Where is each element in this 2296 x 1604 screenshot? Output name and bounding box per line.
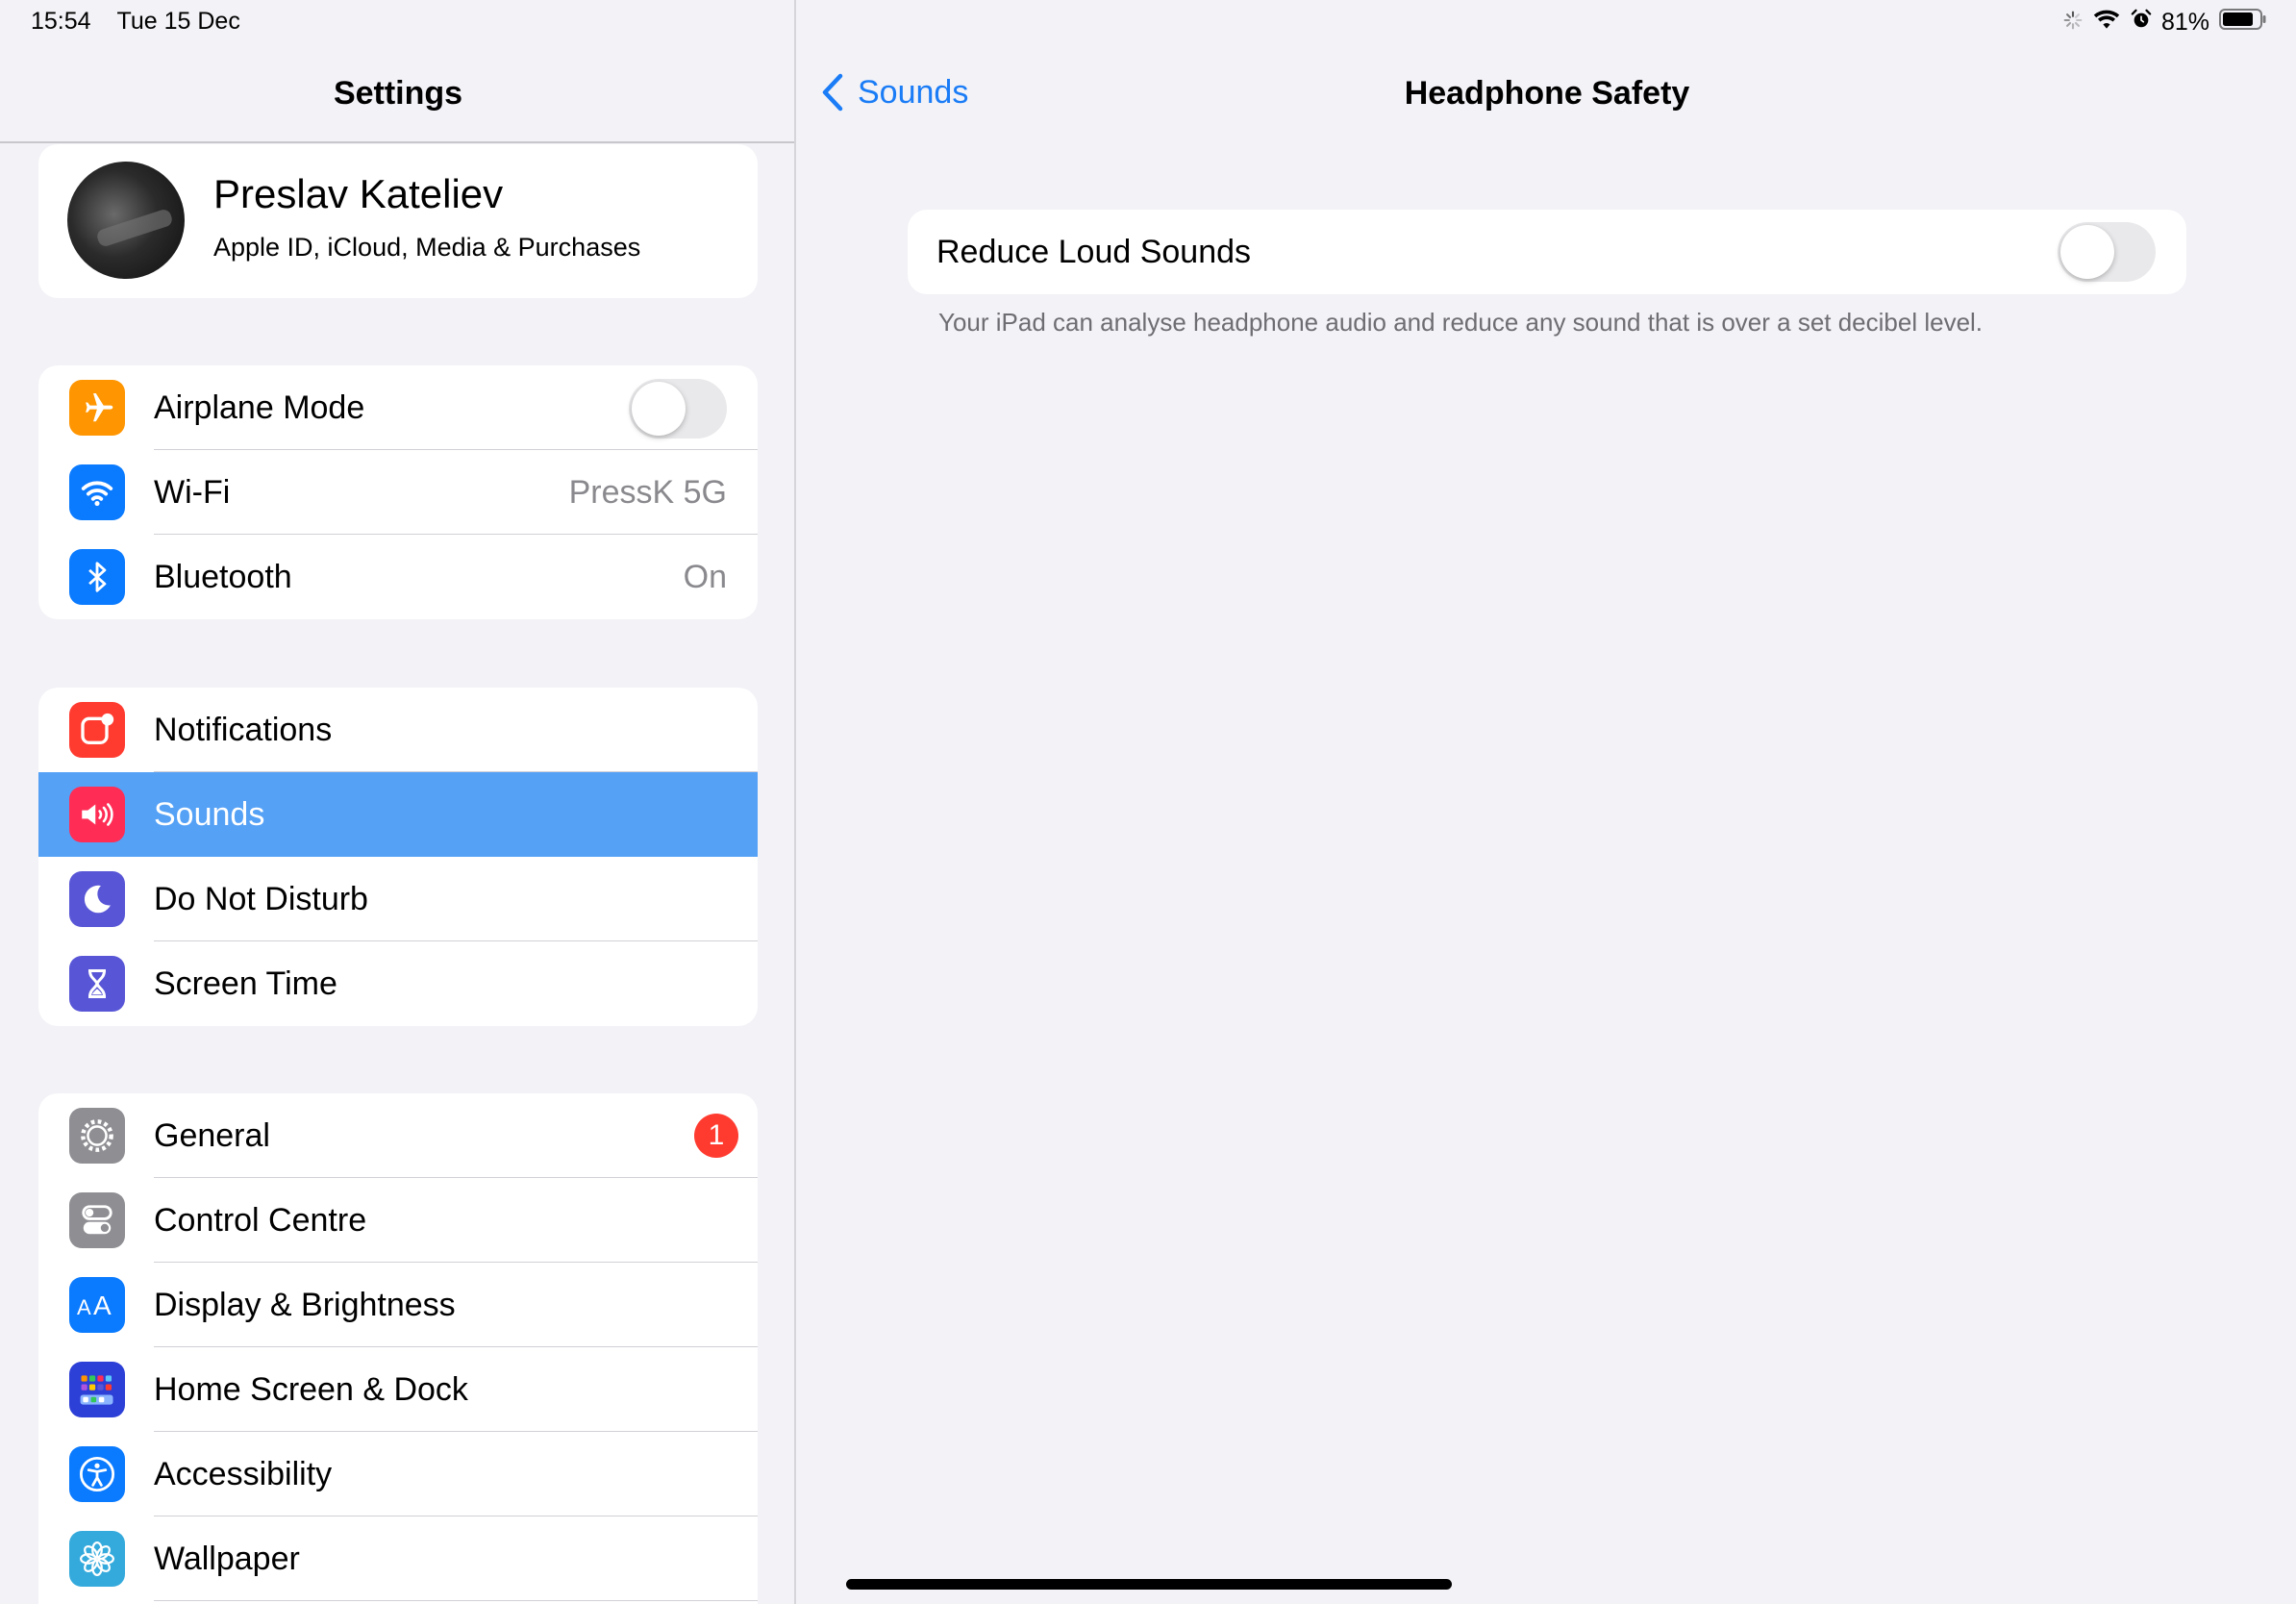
sidebar-item-label: Airplane Mode — [154, 389, 365, 426]
battery-percentage: 81% — [2160, 9, 2209, 36]
sidebar-item-label: Bluetooth — [154, 559, 292, 595]
notifications-icon — [69, 702, 125, 758]
home-indicator[interactable] — [846, 1579, 1452, 1590]
sidebar-item-notifications[interactable]: Notifications — [38, 688, 758, 772]
aa-text-icon: AA — [69, 1277, 125, 1333]
sidebar-item-screen-time[interactable]: Screen Time — [38, 941, 758, 1026]
sidebar-title: Settings — [333, 75, 463, 112]
sidebar-item-label: Wi-Fi — [154, 474, 231, 511]
settings-sidebar: 15:54 Tue 15 Dec Settings Preslav Kateli… — [0, 0, 796, 1604]
page-title: Headphone Safety — [1404, 75, 1690, 112]
wifi-status-icon — [2092, 8, 2121, 38]
sidebar-item-label: Notifications — [154, 712, 333, 748]
sidebar-item-wifi[interactable]: Wi-Fi PressK 5G — [38, 450, 758, 535]
profile-name: Preslav Kateliev — [213, 171, 504, 216]
accessibility-icon — [69, 1446, 125, 1502]
hourglass-icon — [69, 956, 125, 1012]
sidebar-divider — [0, 141, 794, 143]
reduce-loud-sounds-footnote: Your iPad can analyse headphone audio an… — [938, 308, 1984, 337]
row-divider — [154, 1600, 758, 1601]
bluetooth-icon — [69, 549, 125, 605]
flower-icon — [69, 1531, 125, 1587]
sidebar-item-bluetooth[interactable]: Bluetooth On — [38, 535, 758, 619]
wifi-icon — [69, 464, 125, 520]
status-time: 15:54 — [31, 8, 91, 35]
detail-pane: 81% Sounds Headphone Safety Reduce Loud … — [798, 0, 2296, 1604]
sidebar-item-label: Wallpaper — [154, 1541, 300, 1577]
battery-icon — [2219, 8, 2267, 38]
sidebar-item-label: Screen Time — [154, 965, 337, 1002]
app-grid-icon — [69, 1362, 125, 1417]
sidebar-item-label: Accessibility — [154, 1456, 333, 1492]
sidebar-item-label: General — [154, 1117, 270, 1154]
apple-id-profile[interactable]: Preslav Kateliev Apple ID, iCloud, Media… — [38, 144, 758, 298]
reduce-loud-sounds-row: Reduce Loud Sounds — [908, 210, 2186, 294]
svg-text:A: A — [93, 1291, 112, 1320]
sidebar-item-do-not-disturb[interactable]: Do Not Disturb — [38, 857, 758, 941]
sidebar-item-sounds[interactable]: Sounds — [38, 772, 758, 857]
airplane-mode-toggle[interactable] — [629, 379, 727, 439]
sidebar-item-label: Home Screen & Dock — [154, 1371, 468, 1408]
reduce-loud-sounds-label: Reduce Loud Sounds — [936, 234, 1252, 270]
reduce-loud-sounds-toggle[interactable] — [2058, 222, 2156, 282]
avatar — [67, 162, 185, 279]
sidebar-item-control-centre[interactable]: Control Centre — [38, 1178, 758, 1263]
sidebar-item-airplane-mode[interactable]: Airplane Mode — [38, 365, 758, 450]
status-time-date: 15:54 Tue 15 Dec — [31, 8, 240, 36]
status-indicators: 81% — [2063, 8, 2267, 38]
status-date: Tue 15 Dec — [116, 8, 240, 35]
sidebar-item-label: Do Not Disturb — [154, 881, 368, 917]
profile-subtitle: Apple ID, iCloud, Media & Purchases — [213, 233, 641, 262]
sidebar-item-label: Display & Brightness — [154, 1287, 456, 1323]
speaker-icon — [69, 787, 125, 842]
alarm-icon — [2131, 9, 2152, 37]
connectivity-group: Airplane Mode Wi-Fi PressK 5G Bluetooth … — [38, 365, 758, 619]
svg-text:A: A — [77, 1295, 91, 1319]
airplane-icon — [69, 380, 125, 436]
update-badge: 1 — [694, 1114, 738, 1158]
switches-icon — [69, 1192, 125, 1248]
bluetooth-status-value: On — [683, 559, 727, 595]
sidebar-item-general[interactable]: General 1 — [38, 1093, 758, 1178]
sidebar-item-home-screen-dock[interactable]: Home Screen & Dock — [38, 1347, 758, 1432]
sidebar-item-accessibility[interactable]: Accessibility — [38, 1432, 758, 1516]
sidebar-item-label: Sounds — [154, 796, 265, 833]
moon-icon — [69, 871, 125, 927]
sidebar-item-wallpaper[interactable]: Wallpaper — [38, 1516, 758, 1601]
sidebar-item-label: Control Centre — [154, 1202, 367, 1239]
gear-icon — [69, 1108, 125, 1164]
wifi-network-value: PressK 5G — [568, 474, 727, 511]
sidebar-item-display-brightness[interactable]: AA Display & Brightness — [38, 1263, 758, 1347]
system-group: General 1 Control Centre AA Display & Br… — [38, 1093, 758, 1604]
alerts-group: Notifications Sounds Do Not Disturb Scre… — [38, 688, 758, 1026]
activity-spinner-icon — [2063, 9, 2083, 37]
